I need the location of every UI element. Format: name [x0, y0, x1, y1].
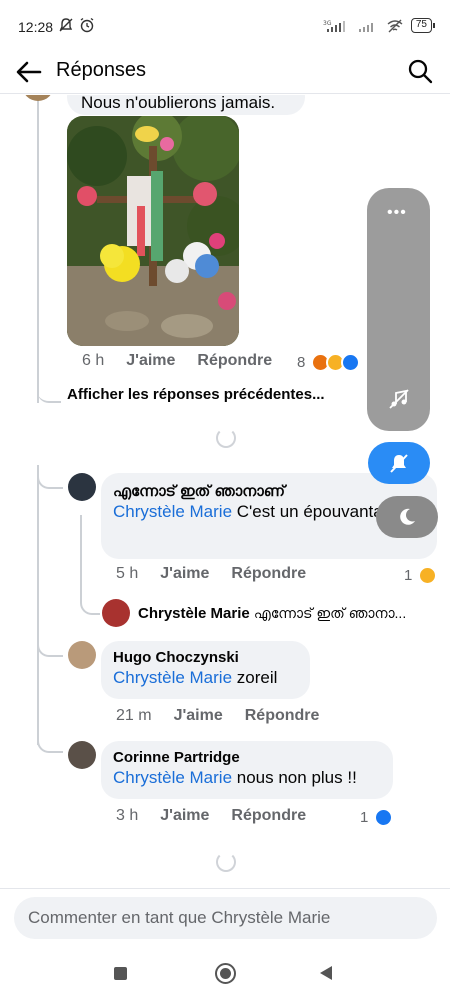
comment-author[interactable]: എന്നോട് ഇത് ഞാനാണ് — [113, 483, 425, 500]
comment-author[interactable]: Hugo Choczynski — [113, 649, 298, 666]
battery-indicator: 75 — [410, 18, 436, 33]
signal-3g-icon: 3G — [323, 20, 345, 32]
thread-connector — [37, 385, 61, 403]
reaction-count: 1 — [360, 809, 369, 826]
avatar[interactable] — [68, 473, 96, 501]
comment-text: nous non plus !! — [232, 768, 357, 787]
scarecrow-photo-image — [67, 116, 239, 346]
comment-author[interactable]: Corinne Partridge — [113, 749, 381, 766]
thread-connector — [37, 465, 63, 489]
comment-time: 5 h — [116, 565, 139, 582]
music-off-icon[interactable] — [388, 388, 410, 410]
nested-reply-author: Chrystèle Marie — [138, 605, 250, 622]
avatar[interactable] — [22, 95, 54, 101]
comment-actions: 3 h J'aime Répondre — [116, 807, 306, 825]
floating-control-panel[interactable]: ••• — [367, 188, 430, 431]
moon-icon — [400, 508, 415, 525]
avatar[interactable] — [68, 641, 96, 669]
haha-reaction-icon — [418, 566, 438, 585]
svg-text:3G: 3G — [323, 20, 332, 27]
mute-notifications-button[interactable] — [368, 442, 430, 484]
page-title: Réponses — [56, 59, 147, 81]
comment-actions: 6 h J'aime Répondre — [82, 352, 272, 370]
status-time: 12:28 — [18, 19, 54, 35]
like-button[interactable]: J'aime — [126, 352, 175, 370]
loading-spinner-icon — [216, 852, 236, 872]
avatar[interactable] — [68, 741, 96, 769]
reaction-count: 8 — [297, 354, 306, 371]
comment-input[interactable]: Commenter en tant que Chrystèle Marie — [14, 897, 437, 939]
comment-time: 21 m — [116, 707, 152, 724]
signal-icon — [358, 22, 373, 32]
reply-button[interactable]: Répondre — [245, 707, 320, 725]
like-button[interactable]: J'aime — [160, 807, 209, 825]
more-options-icon[interactable]: ••• — [387, 204, 407, 222]
comment-bubble: Corinne Partridge Chrystèle Marie nous n… — [101, 741, 393, 799]
comment-bubble: Nous n'oublierons jamais. — [67, 95, 305, 115]
mention-link[interactable]: Chrystèle Marie — [113, 668, 232, 687]
bell-off-icon — [390, 454, 408, 473]
back-triangle-icon[interactable] — [320, 966, 332, 980]
comment-photo[interactable] — [67, 116, 239, 346]
home-icon[interactable] — [215, 963, 236, 984]
loading-spinner-icon — [216, 428, 236, 448]
dark-mode-button[interactable] — [376, 496, 438, 538]
recent-apps-icon[interactable] — [114, 967, 127, 980]
thread-connector — [37, 635, 63, 657]
mention-link[interactable]: Chrystèle Marie — [113, 502, 232, 521]
back-arrow-icon[interactable] — [14, 58, 44, 86]
comment-text: zoreil — [232, 668, 278, 687]
avatar[interactable] — [102, 599, 130, 627]
comment-actions: 21 m J'aime Répondre — [116, 707, 319, 725]
comment-time: 6 h — [82, 352, 105, 369]
thread-line — [37, 95, 39, 403]
comment-actions: 5 h J'aime Répondre — [116, 565, 306, 583]
thread-line — [37, 465, 39, 745]
comment-text: Nous n'oublierons jamais. — [81, 95, 276, 112]
like-reaction-icon — [341, 353, 361, 372]
reaction-summary[interactable]: 1 — [404, 566, 438, 585]
notifications-off-icon — [59, 18, 73, 32]
wifi-off-icon — [387, 19, 403, 32]
like-button[interactable]: J'aime — [160, 565, 209, 583]
nested-reply-preview[interactable]: Chrystèle Marie എന്നോട് ഇത് ഞാനാ... — [138, 605, 406, 622]
reaction-summary[interactable]: 8 — [297, 353, 361, 372]
system-nav-bar — [0, 950, 450, 1000]
reply-button[interactable]: Répondre — [231, 565, 306, 583]
status-bar: 12:28 3G 75 — [0, 0, 450, 50]
alarm-icon — [80, 17, 94, 33]
search-icon[interactable] — [406, 57, 434, 85]
comment-time: 3 h — [116, 807, 139, 824]
thread-connector — [80, 515, 100, 615]
mention-link[interactable]: Chrystèle Marie — [113, 768, 232, 787]
reply-button[interactable]: Répondre — [197, 352, 272, 370]
thread-connector — [37, 731, 63, 753]
app-header: Réponses — [0, 50, 450, 94]
previous-replies-link[interactable]: Afficher les réponses précédentes... — [67, 386, 325, 403]
reply-button[interactable]: Répondre — [231, 807, 306, 825]
comment-composer: Commenter en tant que Chrystèle Marie — [0, 888, 450, 950]
reaction-summary[interactable]: 1 — [360, 808, 394, 827]
nested-reply-text: എന്നോട് ഇത് ഞാനാ... — [253, 605, 407, 621]
like-reaction-icon — [374, 808, 394, 827]
reaction-count: 1 — [404, 567, 413, 584]
comment-bubble: Hugo Choczynski Chrystèle Marie zoreil — [101, 641, 310, 699]
like-button[interactable]: J'aime — [174, 707, 223, 725]
